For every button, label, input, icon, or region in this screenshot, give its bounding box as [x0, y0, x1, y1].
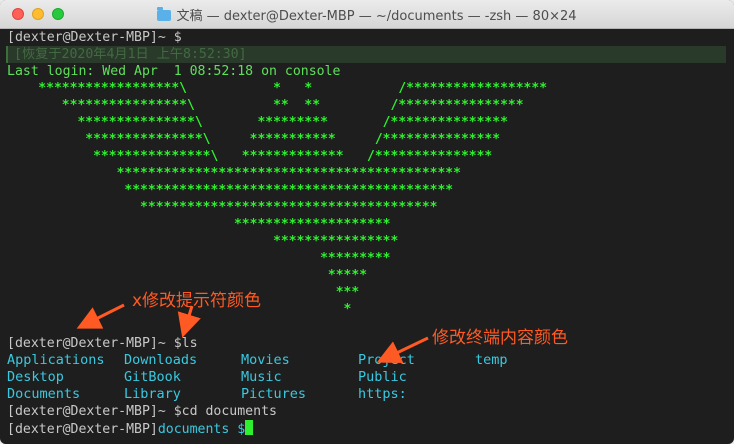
ls-entry: GitBook — [124, 369, 181, 385]
ls-entry: Project — [358, 352, 415, 368]
window-title: 文稿 — dexter@Dexter-MBP — ~/documents — -… — [0, 5, 734, 24]
ascii-art-line: ***************\ *********** /**********… — [7, 132, 501, 147]
window-title-text: 文稿 — dexter@Dexter-MBP — ~/documents — -… — [176, 9, 577, 24]
ls-entry: Documents — [7, 386, 81, 402]
restored-session-line: [恢复于2020年4月1日 上午8:52:30] — [6, 46, 726, 63]
ls-entry: Movies — [241, 352, 290, 368]
ascii-art-line: ****************************************… — [7, 183, 454, 198]
title-bar[interactable]: 文稿 — dexter@Dexter-MBP — ~/documents — -… — [0, 0, 734, 29]
ascii-art-line: ****************\ ** ** /***************… — [7, 98, 524, 113]
prompt-ls-line: [dexter@Dexter-MBP]~ $ls — [7, 336, 198, 351]
ls-entry: Applications — [7, 352, 105, 368]
prompt-line: [dexter@Dexter-MBP]~ $ — [7, 30, 182, 45]
folder-icon — [157, 7, 172, 21]
ls-entry: Desktop — [7, 369, 64, 385]
ascii-art-line: ***** — [7, 268, 368, 283]
terminal-window: 文稿 — dexter@Dexter-MBP — ~/documents — -… — [0, 0, 734, 444]
ls-entry: temp — [475, 352, 508, 368]
ascii-art-line: ****************************************… — [7, 166, 461, 181]
ascii-art-line: ******************\ * * /***************… — [7, 81, 548, 96]
ls-entry: https: — [358, 386, 407, 402]
ascii-art-line: ******************** — [7, 217, 391, 232]
text-cursor — [245, 420, 254, 435]
prompt-current-line[interactable]: [dexter@Dexter-MBP]documents $ — [7, 420, 254, 438]
ls-entry: Downloads — [124, 352, 198, 368]
ascii-art-line: ***************\ ************* /********… — [7, 149, 493, 164]
annotation-prompt-color: x修改提示符颜色 — [132, 291, 262, 311]
ascii-art-line: ************************************** — [7, 200, 438, 215]
prompt-cd-line: [dexter@Dexter-MBP]~ $cd documents — [7, 404, 277, 419]
ls-entry: Pictures — [241, 386, 307, 402]
ascii-art-line: **************** — [7, 234, 399, 249]
annotation-content-color: 修改终端内容颜色 — [432, 328, 568, 348]
prompt-user-host: [dexter@Dexter-MBP] — [7, 422, 158, 437]
terminal-content[interactable]: [dexter@Dexter-MBP]~ $ [恢复于2020年4月1日 上午8… — [0, 29, 734, 444]
ls-entry: Library — [124, 386, 181, 402]
last-login-line: Last login: Wed Apr 1 08:52:18 on consol… — [7, 64, 341, 79]
ascii-art-line: ********* — [7, 251, 391, 266]
prompt-directory: documents $ — [157, 422, 246, 437]
ls-entry: Music — [241, 369, 282, 385]
ls-entry: Public — [358, 369, 407, 385]
ascii-art-line: ***************\ ********* /************… — [7, 115, 508, 130]
